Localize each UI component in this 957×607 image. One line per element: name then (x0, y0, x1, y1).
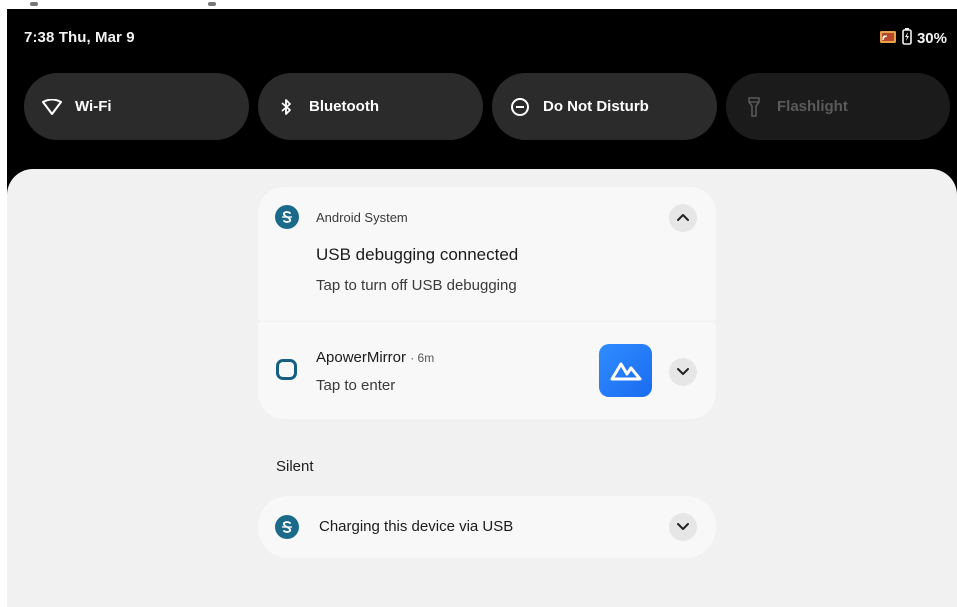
notification-header: ApowerMirror · 6m (316, 349, 434, 366)
tile-label: Do Not Disturb (543, 98, 649, 115)
bluetooth-icon (275, 96, 297, 118)
do-not-disturb-icon (509, 96, 531, 118)
apowermirror-app-icon (276, 359, 297, 380)
notification-body: Tap to turn off USB debugging (316, 277, 517, 294)
app-name: ApowerMirror (316, 349, 407, 366)
expand-button[interactable] (669, 513, 697, 541)
top-strip (0, 0, 957, 9)
apowermirror-thumbnail (599, 344, 652, 397)
tile-bluetooth[interactable]: Bluetooth (258, 73, 483, 140)
chevron-down-icon (676, 363, 690, 381)
tile-label: Bluetooth (309, 98, 379, 115)
quick-settings: Wi-Fi Bluetooth Do Not Disturb Flashligh… (24, 73, 950, 140)
strip-mark (208, 2, 216, 6)
tile-label: Wi-Fi (75, 98, 112, 115)
chevron-up-icon (676, 209, 690, 227)
tile-do-not-disturb[interactable]: Do Not Disturb (492, 73, 717, 140)
flashlight-icon (743, 96, 765, 118)
notification-title: USB debugging connected (316, 245, 519, 264)
notification-charging-usb[interactable]: Charging this device via USB (258, 496, 716, 558)
battery-percent: 30% (916, 30, 947, 47)
status-time: 7:38 Thu, Mar 9 (24, 29, 135, 46)
status-icons: 30% (879, 28, 947, 49)
chevron-down-icon (676, 518, 690, 536)
notification-body: Tap to enter (316, 377, 396, 394)
tile-flashlight[interactable]: Flashlight (726, 73, 950, 140)
strip-mark (30, 2, 38, 6)
expand-button[interactable] (669, 358, 697, 386)
tile-wifi[interactable]: Wi-Fi (24, 73, 249, 140)
notification-usb-debugging[interactable]: Android System USB debugging connected T… (258, 187, 716, 321)
android-system-icon (275, 515, 299, 539)
collapse-button[interactable] (669, 204, 697, 232)
cast-icon (879, 30, 897, 48)
notification-title: Charging this device via USB (319, 518, 514, 535)
app-name: Android System (316, 210, 408, 225)
battery-charging-icon (902, 28, 912, 49)
android-system-icon (275, 205, 299, 229)
notification-shade: 7:38 Thu, Mar 9 30% Wi-Fi Bluetooth Do N… (7, 9, 957, 607)
notification-time: · 6m (410, 351, 435, 365)
tile-label: Flashlight (777, 98, 848, 115)
silent-section-header: Silent (276, 458, 314, 475)
wifi-icon (41, 96, 63, 118)
